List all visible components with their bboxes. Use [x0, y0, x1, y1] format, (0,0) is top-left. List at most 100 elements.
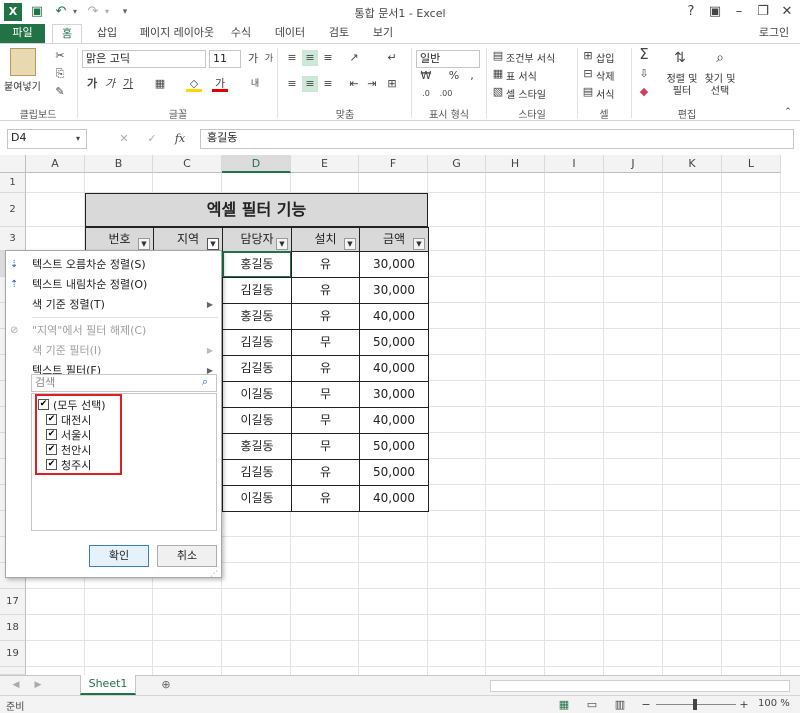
- fill-color-icon[interactable]: ◇: [186, 76, 202, 92]
- format-table-icon[interactable]: ▦: [490, 66, 506, 82]
- table-cell[interactable]: 유: [291, 459, 360, 486]
- table-cell[interactable]: 홍길동: [222, 433, 292, 460]
- table-cell[interactable]: 유: [291, 251, 360, 278]
- row-header[interactable]: 18: [0, 615, 26, 641]
- table-cell[interactable]: 50,000: [359, 329, 429, 356]
- table-cell[interactable]: 이길동: [222, 381, 292, 408]
- ok-button[interactable]: 확인: [89, 545, 149, 567]
- paste-button[interactable]: 붙여넣기: [4, 78, 41, 93]
- tab-page-layout[interactable]: 페이지 레이아웃: [132, 24, 222, 44]
- zoom-out-icon[interactable]: −: [638, 697, 654, 713]
- column-header[interactable]: A: [26, 155, 85, 173]
- align-middle-icon[interactable]: ≡: [302, 50, 318, 66]
- font-size-select[interactable]: 11: [209, 50, 241, 68]
- tab-home[interactable]: 홈: [52, 24, 82, 44]
- format-cells-icon[interactable]: ▤: [580, 84, 596, 100]
- table-cell[interactable]: 무: [291, 381, 360, 408]
- table-cell[interactable]: 김길동: [222, 329, 292, 356]
- paste-icon[interactable]: [10, 48, 36, 76]
- minimize-icon[interactable]: –: [728, 2, 750, 22]
- delete-cells-button[interactable]: 삭제: [596, 68, 614, 83]
- table-cell[interactable]: 이길동: [222, 485, 292, 512]
- wrap-text-icon[interactable]: ↵: [384, 50, 400, 66]
- close-icon[interactable]: ✕: [776, 2, 798, 22]
- table-cell[interactable]: 김길동: [222, 459, 292, 486]
- formula-input[interactable]: 홍길동: [200, 129, 794, 149]
- cell-styles-icon[interactable]: ▧: [490, 84, 506, 100]
- cancel-entry-icon[interactable]: ✕: [116, 131, 132, 147]
- horizontal-scrollbar[interactable]: [490, 680, 790, 692]
- column-header[interactable]: I: [545, 155, 604, 173]
- copy-icon[interactable]: ⎘: [52, 66, 68, 82]
- next-sheet-icon[interactable]: ▶: [30, 677, 46, 693]
- table-cell[interactable]: 50,000: [359, 459, 429, 486]
- sort-descending-item[interactable]: ⇡ 텍스트 내림차순 정렬(O): [6, 275, 221, 295]
- resize-grip-icon[interactable]: ⋰: [210, 569, 218, 578]
- increase-decimal-icon[interactable]: .0: [418, 86, 434, 102]
- find-select-button[interactable]: 찾기 및 선택: [702, 74, 738, 98]
- sign-in-link[interactable]: 로그인: [752, 24, 796, 44]
- table-cell[interactable]: 30,000: [359, 251, 429, 278]
- zoom-level[interactable]: 100 %: [758, 698, 790, 709]
- table-cell[interactable]: 유: [291, 485, 360, 512]
- increase-indent-icon[interactable]: ⇥: [364, 76, 380, 92]
- comma-icon[interactable]: ,: [464, 68, 480, 84]
- insert-function-icon[interactable]: fx: [172, 131, 188, 147]
- table-cell[interactable]: 50,000: [359, 433, 429, 460]
- new-sheet-icon[interactable]: ⊕: [158, 677, 174, 693]
- shrink-font-icon[interactable]: 가: [261, 51, 277, 67]
- table-cell[interactable]: 40,000: [359, 355, 429, 382]
- row-header[interactable]: 2: [0, 193, 26, 227]
- column-header[interactable]: H: [486, 155, 545, 173]
- column-header[interactable]: E: [291, 155, 359, 173]
- align-right-icon[interactable]: ≡: [320, 76, 336, 92]
- tab-insert[interactable]: 삽입: [90, 24, 124, 44]
- format-painter-icon[interactable]: ✎: [52, 84, 68, 100]
- align-bottom-icon[interactable]: ≡: [320, 50, 336, 66]
- sheet-tab[interactable]: Sheet1: [80, 675, 136, 695]
- phonetic-icon[interactable]: 내: [247, 76, 263, 92]
- column-header[interactable]: B: [85, 155, 153, 173]
- prev-sheet-icon[interactable]: ◀: [8, 677, 24, 693]
- column-header[interactable]: C: [153, 155, 222, 173]
- column-header[interactable]: G: [428, 155, 486, 173]
- tab-file[interactable]: 파일: [0, 24, 45, 44]
- tab-formulas[interactable]: 수식: [224, 24, 258, 44]
- table-cell[interactable]: 홍길동: [222, 303, 292, 330]
- table-cell[interactable]: 40,000: [359, 407, 429, 434]
- italic-icon[interactable]: 가: [102, 76, 118, 92]
- table-cell[interactable]: 30,000: [359, 381, 429, 408]
- column-header[interactable]: J: [604, 155, 663, 173]
- zoom-in-icon[interactable]: +: [736, 697, 752, 713]
- filter-dropdown-icon[interactable]: ▼: [276, 238, 288, 250]
- tab-review[interactable]: 검토: [322, 24, 356, 44]
- decrease-indent-icon[interactable]: ⇤: [346, 76, 362, 92]
- currency-icon[interactable]: ₩: [418, 68, 434, 84]
- conditional-format-icon[interactable]: ▤: [490, 48, 506, 64]
- sort-by-color-item[interactable]: 색 기준 정렬(T) ▶: [6, 295, 221, 315]
- table-cell[interactable]: 무: [291, 433, 360, 460]
- select-all-corner[interactable]: [0, 155, 26, 173]
- conditional-format-button[interactable]: 조건부 서식: [506, 50, 555, 65]
- tab-data[interactable]: 데이터: [270, 24, 310, 44]
- merge-center-icon[interactable]: ⊞: [384, 76, 400, 92]
- insert-cells-icon[interactable]: ⊞: [580, 48, 596, 64]
- align-top-icon[interactable]: ≡: [284, 50, 300, 66]
- find-select-icon[interactable]: ⌕: [712, 50, 728, 66]
- help-icon[interactable]: ?: [680, 2, 702, 22]
- decrease-decimal-icon[interactable]: .00: [438, 86, 454, 102]
- confirm-entry-icon[interactable]: ✓: [144, 131, 160, 147]
- sort-filter-icon[interactable]: ⇅: [672, 50, 688, 66]
- orientation-icon[interactable]: ↗: [346, 50, 362, 66]
- collapse-ribbon-icon[interactable]: ⌃: [780, 104, 796, 120]
- bold-icon[interactable]: 가: [84, 76, 100, 92]
- table-cell[interactable]: 무: [291, 407, 360, 434]
- row-header[interactable]: 19: [0, 641, 26, 667]
- grow-font-icon[interactable]: 가: [245, 51, 261, 67]
- table-cell[interactable]: 홍길동: [222, 251, 292, 278]
- table-cell[interactable]: 이길동: [222, 407, 292, 434]
- table-cell[interactable]: 유: [291, 303, 360, 330]
- row-header[interactable]: 17: [0, 589, 26, 615]
- sort-filter-button[interactable]: 정렬 및 필터: [664, 74, 700, 98]
- filter-dropdown-icon[interactable]: ▼: [207, 238, 219, 250]
